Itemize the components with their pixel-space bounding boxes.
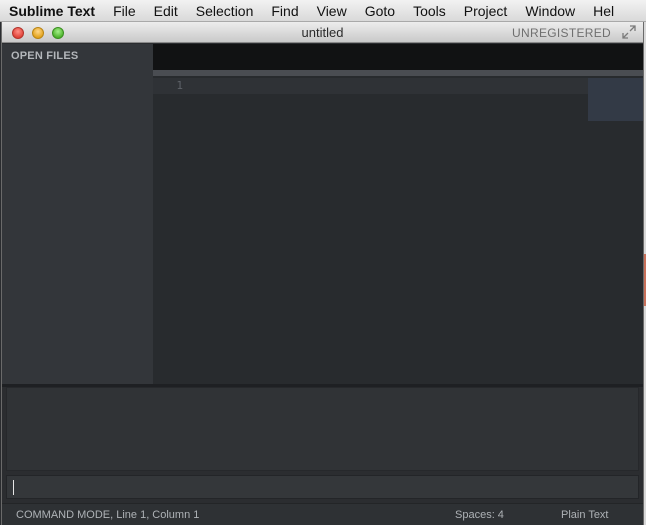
open-files-heading: OPEN FILES [11, 50, 79, 62]
menu-goto[interactable]: Goto [356, 3, 404, 19]
menu-find[interactable]: Find [262, 3, 307, 19]
status-syntax[interactable]: Plain Text [561, 509, 609, 521]
output-panel [6, 387, 639, 471]
text-editor[interactable]: 1 [153, 76, 643, 384]
status-indentation[interactable]: Spaces: 4 [455, 509, 504, 521]
menu-window[interactable]: Window [516, 3, 584, 19]
line-number: 1 [176, 79, 183, 92]
window-titlebar[interactable]: untitled UNREGISTERED [2, 22, 643, 43]
menu-project[interactable]: Project [455, 3, 517, 19]
menu-edit[interactable]: Edit [145, 3, 187, 19]
menu-selection[interactable]: Selection [187, 3, 263, 19]
system-menu-bar: Sublime Text File Edit Selection Find Vi… [0, 0, 646, 22]
unregistered-label: UNREGISTERED [512, 26, 611, 40]
current-line-highlight [153, 78, 643, 94]
status-bar: COMMAND MODE, Line 1, Column 1 Spaces: 4… [2, 503, 643, 525]
status-mode: COMMAND MODE, Line 1, Column 1 [16, 509, 200, 521]
command-input[interactable] [6, 475, 639, 499]
menu-app-name[interactable]: Sublime Text [0, 3, 104, 19]
menu-view[interactable]: View [308, 3, 356, 19]
minimap-viewport[interactable] [588, 78, 643, 121]
fullscreen-icon[interactable] [621, 25, 637, 40]
tab-bar[interactable] [153, 44, 643, 70]
text-caret [13, 480, 14, 495]
menu-tools[interactable]: Tools [404, 3, 455, 19]
menu-help[interactable]: Hel [584, 3, 623, 19]
editor-window: untitled UNREGISTERED OPEN FILES 1 COMMA… [1, 22, 644, 525]
menu-file[interactable]: File [104, 3, 145, 19]
sidebar: OPEN FILES [2, 44, 153, 384]
